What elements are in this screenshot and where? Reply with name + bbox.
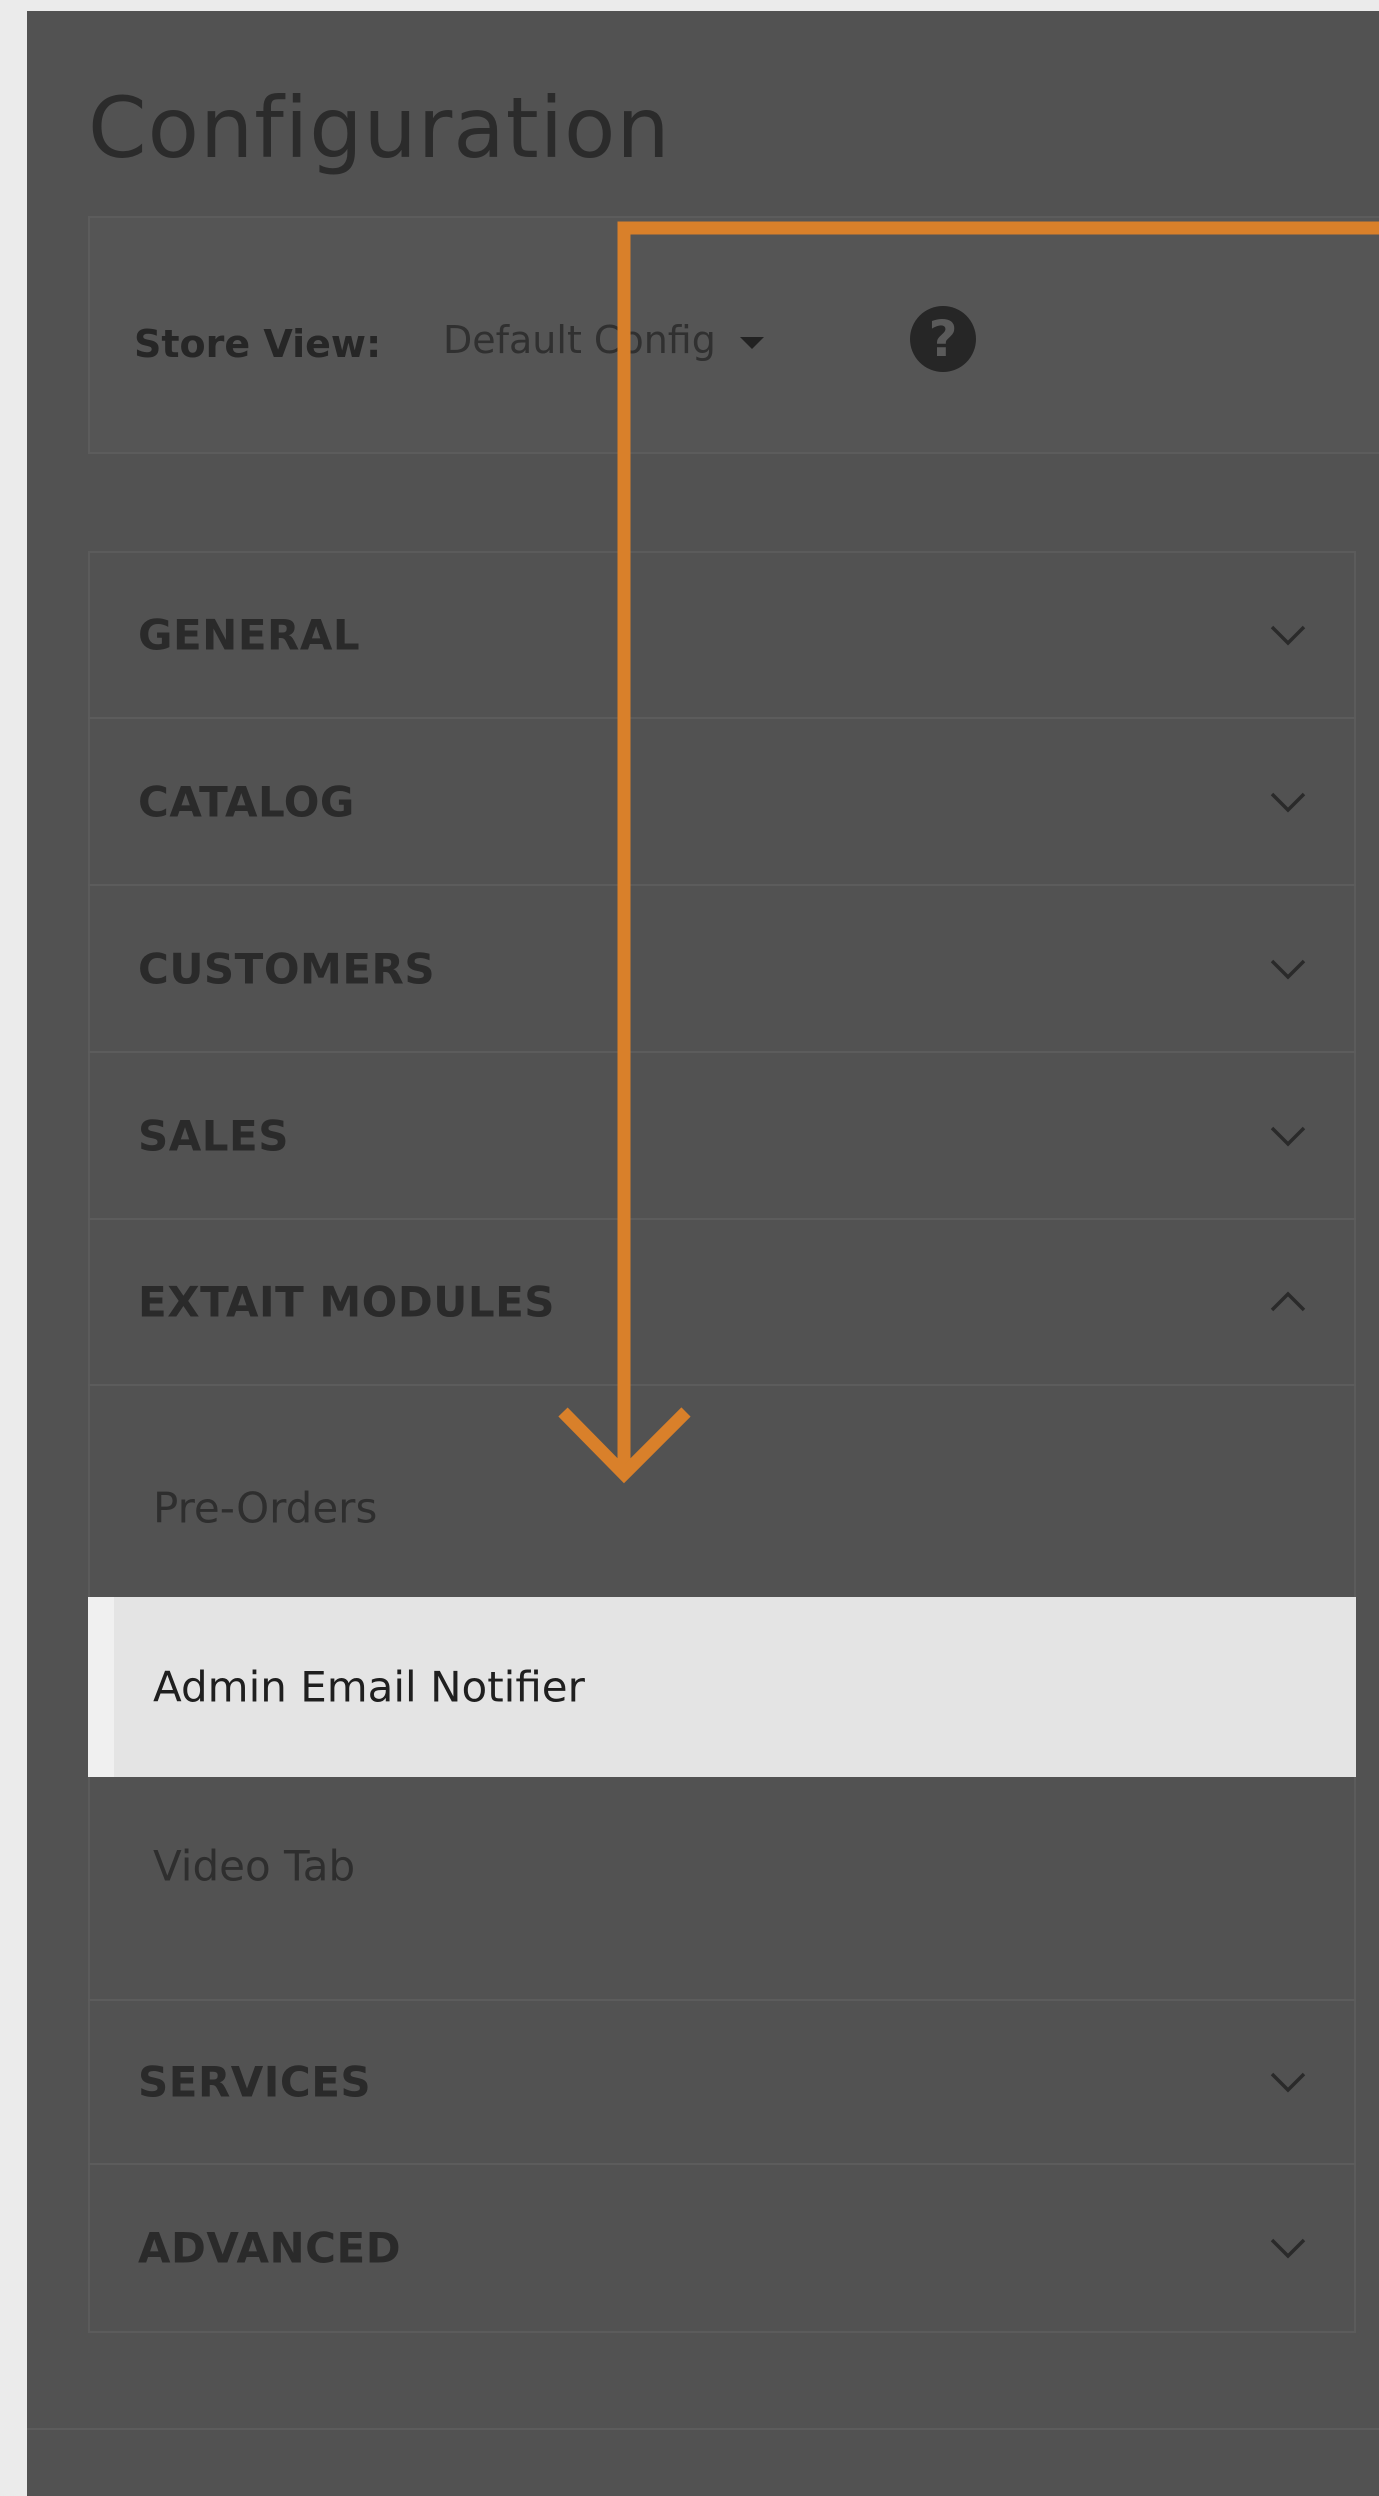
chevron-down-icon [1270,2072,1306,2093]
tab-label: CUSTOMERS [138,944,436,994]
tab-label: EXTAIT MODULES [138,1277,556,1327]
subtab-label: Pre-Orders [153,1483,378,1533]
page-title: Configuration [88,79,671,178]
tab-extait-modules[interactable]: EXTAIT MODULES [88,1220,1356,1386]
subtab-pre-orders[interactable]: Pre-Orders [88,1418,1356,1598]
chevron-down-icon [1270,792,1306,813]
tab-customers[interactable]: CUSTOMERS [88,887,1356,1053]
tab-label: ADVANCED [138,2223,402,2273]
store-view-label: Store View: [134,322,382,366]
chevron-up-icon [1270,1291,1306,1312]
tab-advanced[interactable]: ADVANCED [88,2165,1356,2331]
tab-label: SALES [138,1111,289,1161]
chevron-down-icon [1270,625,1306,646]
tab-general[interactable]: GENERAL [88,553,1356,719]
caret-down-icon [739,336,764,349]
subtab-video-tab[interactable]: Video Tab [88,1776,1356,1956]
subtab-label: Admin Email Notifier [153,1662,585,1712]
footer-divider [27,2428,1379,2430]
store-view-selected-value: Default Config [443,318,716,362]
tab-sales[interactable]: SALES [88,1054,1356,1220]
tab-label: SERVICES [138,2057,372,2107]
chevron-down-icon [1270,2238,1306,2259]
subtab-label: Video Tab [153,1841,356,1891]
tab-services[interactable]: SERVICES [88,1999,1356,2165]
tab-label: CATALOG [138,777,355,827]
tab-catalog[interactable]: CATALOG [88,720,1356,886]
chevron-down-icon [1270,959,1306,980]
chevron-down-icon [1270,1126,1306,1147]
subtab-admin-email-notifier[interactable]: Admin Email Notifier [88,1597,1356,1777]
tab-label: GENERAL [138,610,361,660]
question-mark-icon[interactable]: ? [910,306,976,372]
store-view-dropdown[interactable]: Default Config [443,318,764,362]
